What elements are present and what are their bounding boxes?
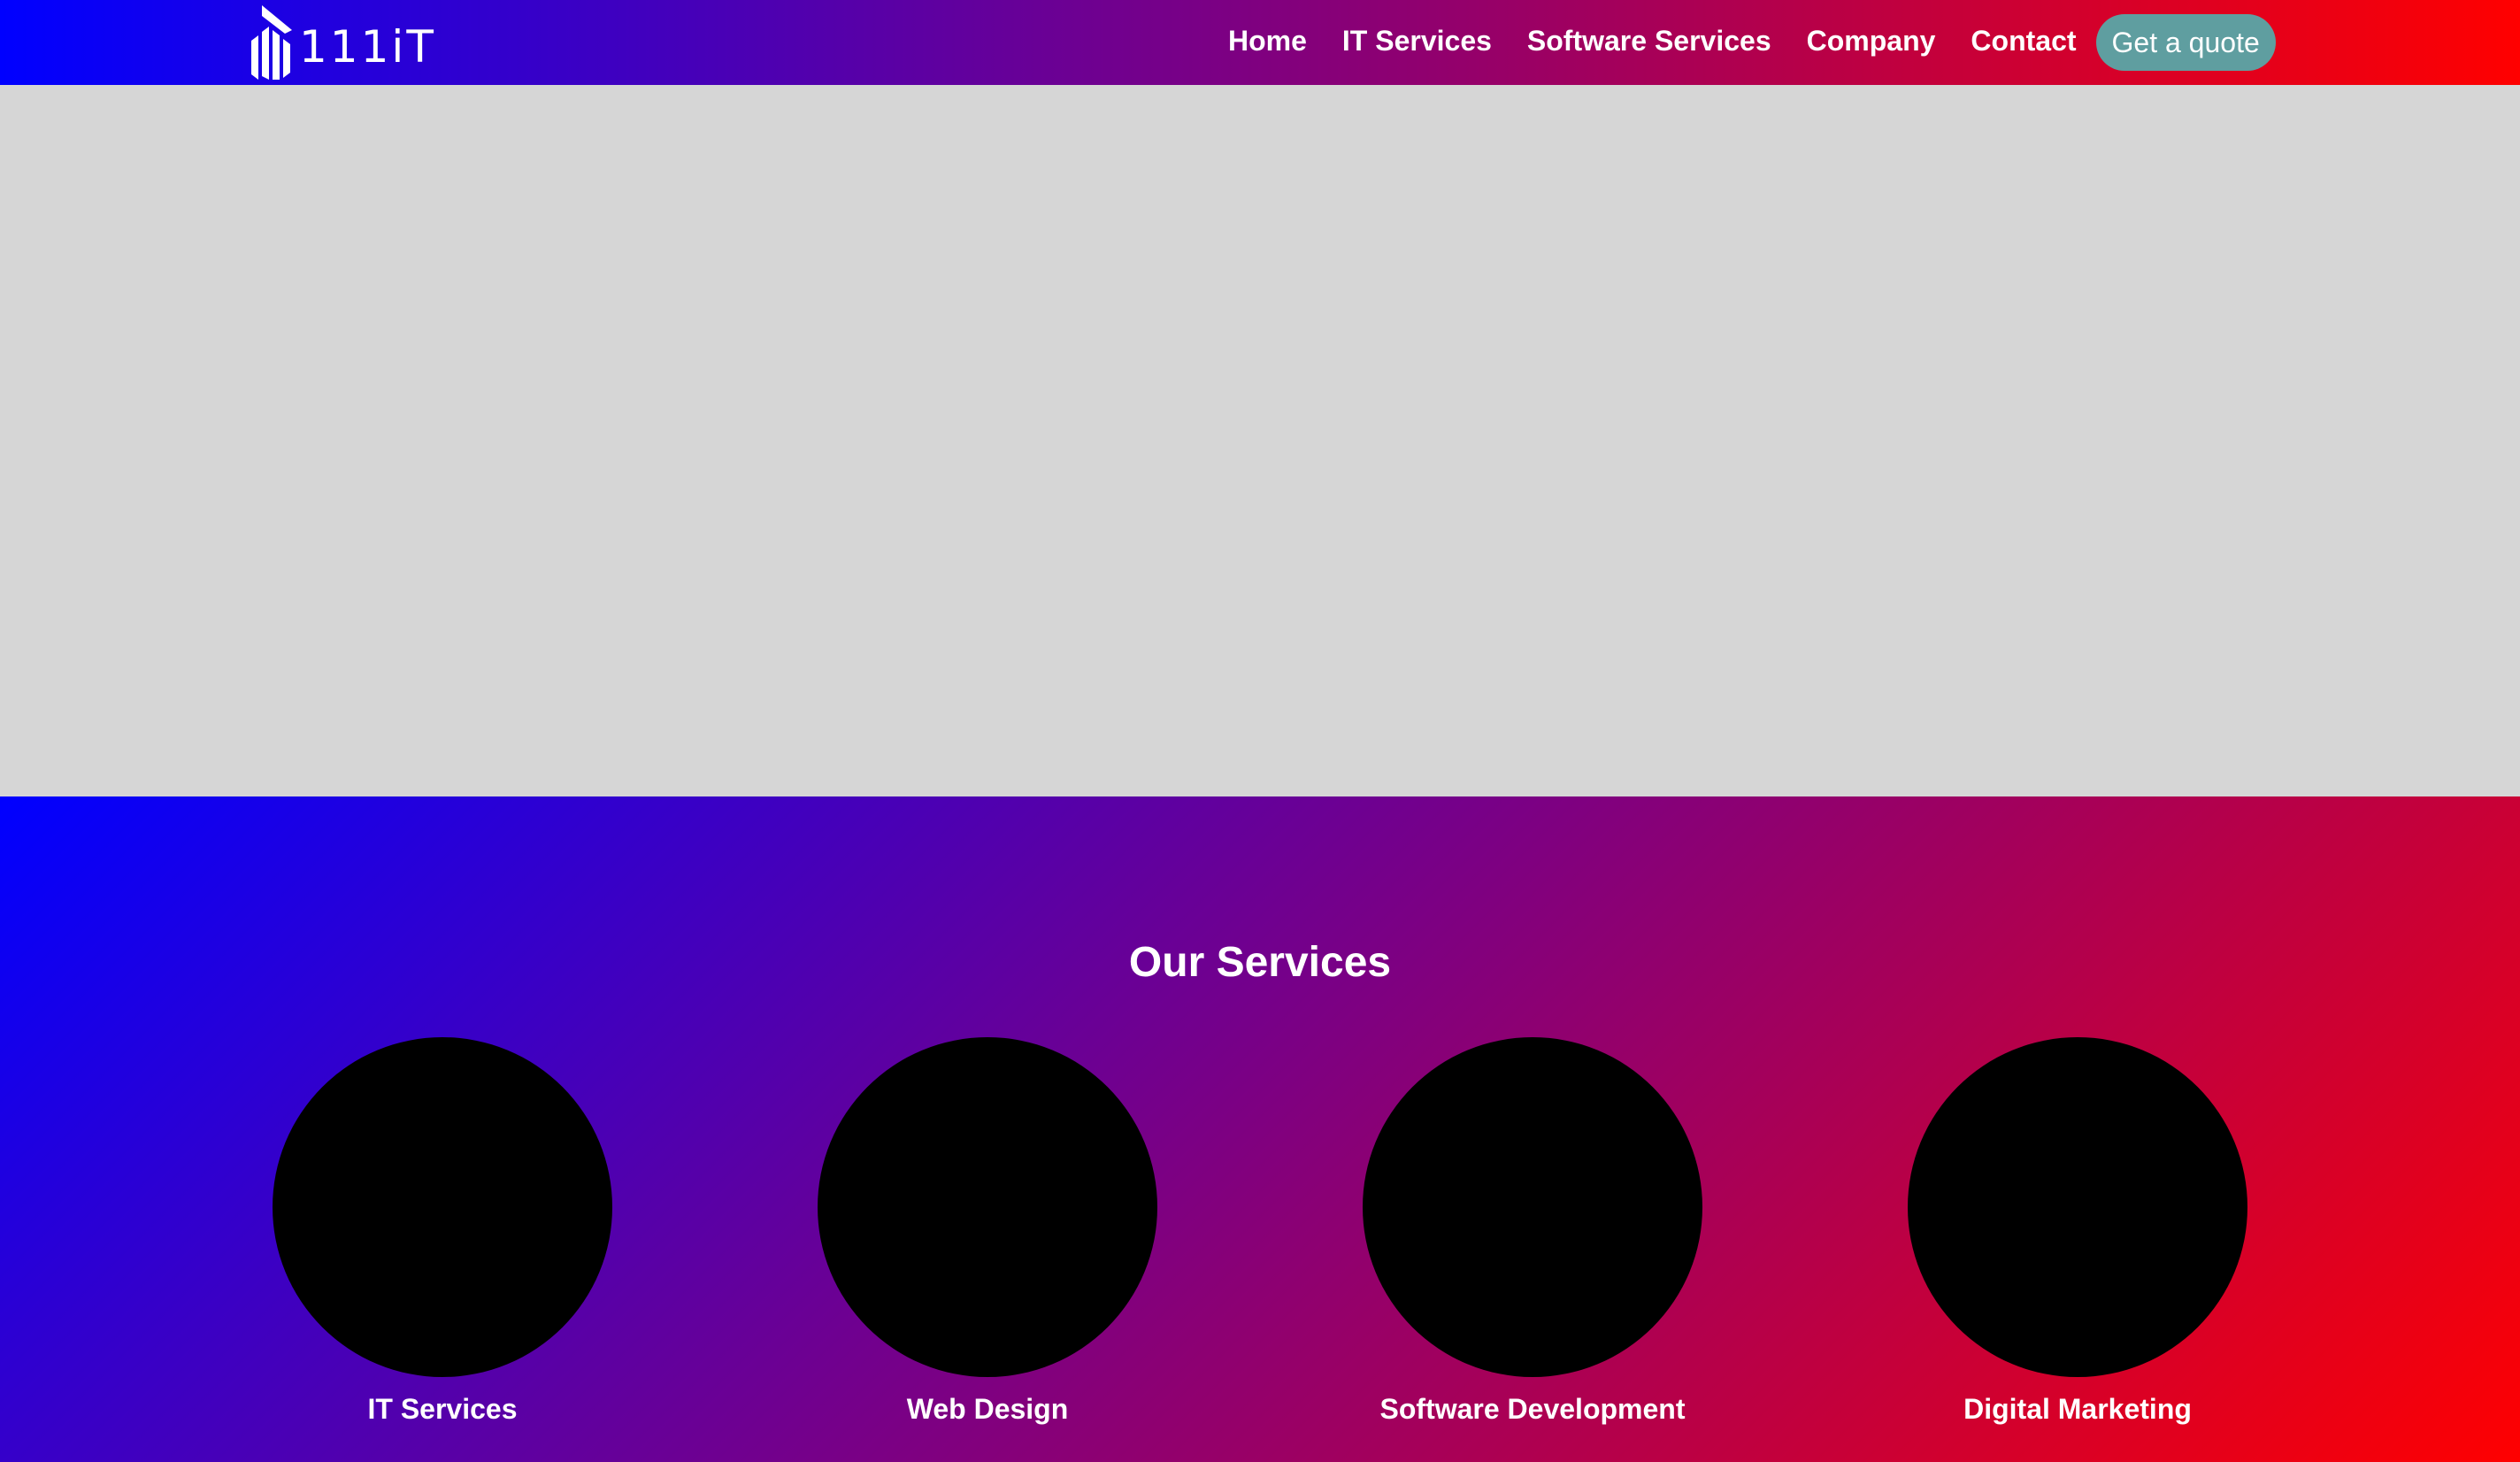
service-label: Software Development <box>1379 1393 1686 1425</box>
service-label: IT Services <box>367 1393 518 1425</box>
services-section: Our Services IT Services Web Design Soft… <box>0 796 2520 1462</box>
hero-banner <box>0 85 2520 796</box>
get-a-quote-button[interactable]: Get a quote <box>2095 14 2276 71</box>
nav-contact[interactable]: Contact <box>1953 0 2094 85</box>
main-nav: Home IT Services Software Services Compa… <box>1210 0 2276 92</box>
logo-wordmark: 111iT <box>299 21 436 73</box>
service-image <box>818 1037 1157 1377</box>
nav-company[interactable]: Company <box>1789 0 1954 85</box>
service-label: Web Design <box>906 1393 1069 1425</box>
service-image <box>273 1037 612 1377</box>
nav-home[interactable]: Home <box>1210 0 1325 92</box>
service-label: Digital Marketing <box>1963 1393 2192 1425</box>
nav-software-services[interactable]: Software Services <box>1510 0 1789 85</box>
site-logo[interactable]: 111iT <box>250 5 436 80</box>
service-image <box>1363 1037 1702 1377</box>
service-card-it-services[interactable]: IT Services <box>265 1037 619 1426</box>
top-navbar: 111iT Home IT Services Software Services… <box>0 0 2520 92</box>
service-card-software-development[interactable]: Software Development <box>1356 1037 1709 1426</box>
service-card-web-design[interactable]: Web Design <box>811 1037 1164 1426</box>
service-image <box>1908 1037 2247 1377</box>
service-card-digital-marketing[interactable]: Digital Marketing <box>1901 1037 2255 1426</box>
services-heading: Our Services <box>1128 939 1392 986</box>
nav-it-services[interactable]: IT Services <box>1325 0 1510 85</box>
logo-mark-icon <box>251 5 292 80</box>
